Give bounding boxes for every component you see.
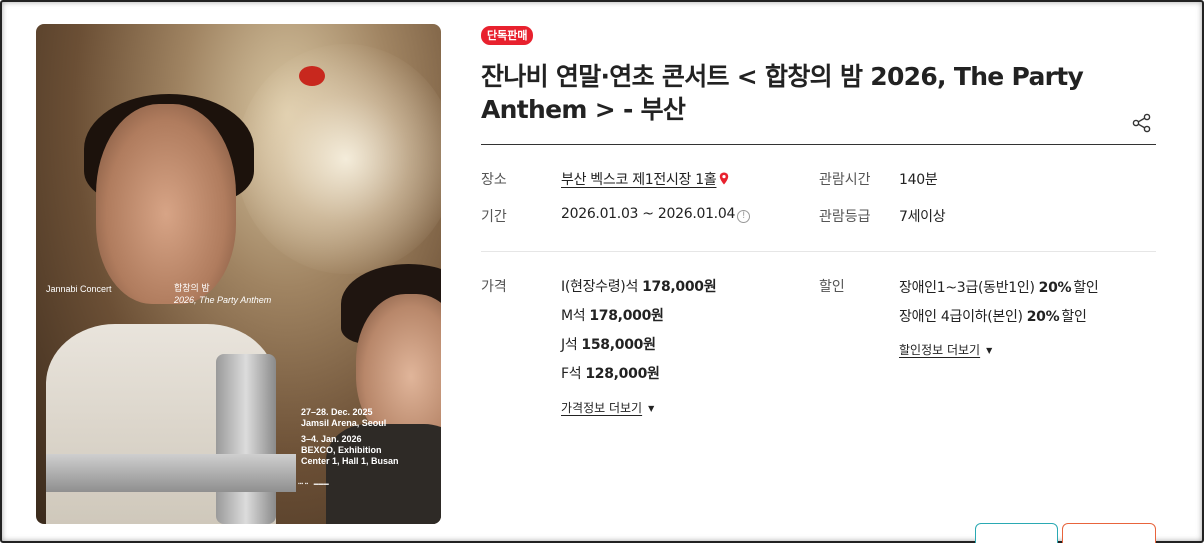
poster-date-2: 3–4. Jan. 2026 <box>301 434 362 444</box>
exclusive-badge: 단독판매 <box>481 26 534 45</box>
price-more-link[interactable]: 가격정보 더보기 ▼ <box>561 399 654 416</box>
discount-label: 할인 <box>819 279 845 295</box>
seat-price: 178,000원 <box>642 279 717 295</box>
poster-sponsor-logos: ▪▪▪ ▪▪ ▬▬▬ <box>298 481 329 487</box>
venue-link[interactable]: 부산 벡스코 제1전시장 1홀 <box>561 172 717 188</box>
price-row: F석 128,000원 <box>561 363 660 383</box>
seat-name: M석 <box>561 308 586 324</box>
chandelier-glow <box>236 44 441 274</box>
info-icon[interactable]: ! <box>737 210 751 223</box>
poster-brand: Jannabi Concert <box>46 284 112 294</box>
discount-more-link[interactable]: 할인정보 더보기 ▼ <box>899 341 992 358</box>
poster-metal-bar <box>46 454 296 492</box>
section-divider <box>481 251 1156 252</box>
action-button-1[interactable] <box>975 523 1058 543</box>
rating-value: 7세이상 <box>899 209 946 225</box>
seat-name: F석 <box>561 366 582 382</box>
period-label: 기간 <box>481 209 507 225</box>
poster-title-ko: 합창의 밤 <box>174 283 210 293</box>
seat-name: I(현장수령)석 <box>561 279 639 295</box>
chandelier-red-bulb <box>299 66 325 86</box>
rating-label: 관람등급 <box>819 209 871 225</box>
discount-row: 장애인1~3급(동반1인) 20% 할인 <box>899 277 1099 297</box>
runtime-label: 관람시간 <box>819 172 871 188</box>
poster-schedule: 27–28. Dec. 2025 Jamsil Arena, Seoul 3–4… <box>301 407 399 467</box>
poster-date-1: 27–28. Dec. 2025 <box>301 407 373 417</box>
poster-venue-2a: BEXCO, Exhibition <box>301 445 382 455</box>
seat-price: 158,000원 <box>581 337 656 353</box>
page-title: 잔나비 연말·연초 콘서트 < 합창의 밤 2026, The Party An… <box>481 62 1084 124</box>
action-button-2[interactable] <box>1062 523 1156 543</box>
poster-venue-1: Jamsil Arena, Seoul <box>301 418 387 428</box>
discount-rate: 20% <box>1026 309 1060 325</box>
discount-rate: 20% <box>1038 280 1072 296</box>
discount-suffix: 할인 <box>1073 280 1099 296</box>
period-value: 2026.01.03 ~ 2026.01.04! <box>561 206 751 223</box>
discount-target: 장애인 4급이하(본인) <box>899 309 1023 325</box>
discount-target: 장애인1~3급(동반1인) <box>899 280 1035 296</box>
discount-suffix: 할인 <box>1061 309 1087 325</box>
poster-person-1-face <box>96 104 236 304</box>
poster-venue-2b: Center 1, Hall 1, Busan <box>301 456 399 466</box>
seat-price: 178,000원 <box>589 308 664 324</box>
price-row: I(현장수령)석 178,000원 <box>561 276 717 296</box>
title-divider <box>481 144 1156 145</box>
venue-value[interactable]: 부산 벡스코 제1전시장 1홀 <box>561 169 729 189</box>
product-info: 단독판매 잔나비 연말·연초 콘서트 < 합창의 밤 2026, The Par… <box>481 24 1156 133</box>
share-icon[interactable] <box>1131 112 1153 134</box>
venue-label: 장소 <box>481 172 507 188</box>
price-row: J석 158,000원 <box>561 334 656 354</box>
price-label: 가격 <box>481 279 507 295</box>
seat-price: 128,000원 <box>585 366 660 382</box>
poster-title: 합창의 밤 2026, The Party Anthem <box>174 282 271 306</box>
poster-mic-stand <box>216 354 276 524</box>
runtime-value: 140분 <box>899 172 938 188</box>
seat-name: J석 <box>561 337 578 353</box>
map-pin-icon[interactable] <box>719 172 729 185</box>
poster-title-en: 2026, The Party Anthem <box>174 295 272 305</box>
discount-more-label[interactable]: 할인정보 더보기 <box>899 343 980 357</box>
discount-row: 장애인 4급이하(본인) 20% 할인 <box>899 306 1087 326</box>
price-row: M석 178,000원 <box>561 305 664 325</box>
price-more-label[interactable]: 가격정보 더보기 <box>561 401 642 415</box>
period-text: 2026.01.03 ~ 2026.01.04 <box>561 206 736 222</box>
concert-poster: Jannabi Concert 합창의 밤 2026, The Party An… <box>36 24 441 524</box>
caret-down-icon: ▼ <box>648 404 655 413</box>
caret-down-icon: ▼ <box>986 346 993 355</box>
